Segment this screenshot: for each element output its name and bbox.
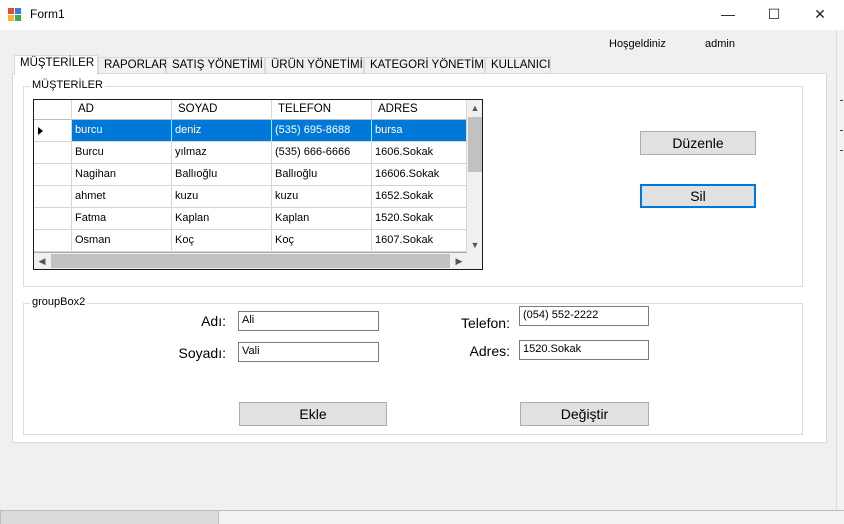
minimize-icon: — [721, 6, 735, 22]
cell-telefon[interactable]: Kaplan [272, 208, 372, 230]
grid-corner-header [34, 100, 72, 120]
phone-field[interactable]: (054) 552-2222 [519, 306, 649, 326]
customer-form-groupbox: groupBox2 Adı: Ali Soyadı: Vali Telefon:… [23, 296, 803, 435]
scroll-corner [467, 253, 482, 269]
table-row[interactable]: Fatma Kaplan Kaplan 1520.Sokak [34, 208, 467, 230]
cell-soyad[interactable]: kuzu [172, 186, 272, 208]
close-icon: ✕ [814, 6, 826, 22]
welcome-label: Hoşgeldiniz [609, 38, 666, 50]
cell-adres[interactable]: 16606.Sokak [372, 164, 467, 186]
column-header-soyad[interactable]: SOYAD [172, 100, 272, 120]
name-field[interactable]: Ali [238, 311, 379, 331]
phone-label: Telefon: [460, 315, 510, 331]
row-header[interactable] [34, 230, 72, 252]
change-button[interactable]: Değiştir [520, 402, 649, 426]
customers-grid[interactable]: AD SOYAD TELEFON ADRES burcu deniz (535)… [33, 99, 483, 270]
background-window-edge [836, 30, 844, 510]
column-header-telefon[interactable]: TELEFON [272, 100, 372, 120]
title-bar: Form1 — ☐ ✕ [0, 0, 844, 30]
column-header-adres[interactable]: ADRES [372, 100, 467, 120]
row-header[interactable] [34, 208, 72, 230]
username-label: admin [705, 38, 735, 50]
name-label: Adı: [201, 313, 226, 329]
vertical-scrollbar[interactable]: ▲ ▼ [467, 100, 482, 253]
surname-label: Soyadı: [178, 345, 226, 361]
chevron-down-icon[interactable]: ▼ [467, 237, 482, 253]
tab-musteriler[interactable]: MÜŞTERİLER [14, 55, 98, 75]
table-row[interactable]: Burcu yılmaz (535) 666-6666 1606.Sokak [34, 142, 467, 164]
maximize-button[interactable]: ☐ [751, 0, 797, 30]
row-header[interactable] [34, 164, 72, 186]
row-pointer-icon [38, 127, 43, 135]
tab-urun-yonetimi[interactable]: ÜRÜN YÖNETİMİ [265, 57, 364, 74]
cell-ad[interactable]: ahmet [72, 186, 172, 208]
table-row[interactable]: Osman Koç Koç 1607.Sokak [34, 230, 467, 252]
cell-ad[interactable]: Nagihan [72, 164, 172, 186]
cell-adres[interactable]: 1606.Sokak [372, 142, 467, 164]
cell-telefon[interactable]: Ballıoğlu [272, 164, 372, 186]
cell-telefon[interactable]: (535) 695-8688 [272, 120, 372, 142]
tab-kullanici[interactable]: KULLANICI [485, 57, 551, 74]
address-field[interactable]: 1520.Sokak [519, 340, 649, 360]
cell-ad[interactable]: Fatma [72, 208, 172, 230]
minimize-button[interactable]: — [705, 0, 751, 30]
cell-adres[interactable]: bursa [372, 120, 467, 142]
edit-button[interactable]: Düzenle [640, 131, 756, 155]
tab-kategori-yonetimi[interactable]: KATEGORİ YÖNETİMİ [364, 57, 487, 74]
table-row[interactable]: burcu deniz (535) 695-8688 bursa [34, 120, 467, 142]
cell-telefon[interactable]: (535) 666-6666 [272, 142, 372, 164]
cell-telefon[interactable]: kuzu [272, 186, 372, 208]
address-label: Adres: [469, 343, 510, 359]
table-row[interactable]: ahmet kuzu kuzu 1652.Sokak [34, 186, 467, 208]
delete-button[interactable]: Sil [640, 184, 756, 208]
cell-ad[interactable]: Osman [72, 230, 172, 252]
cell-soyad[interactable]: Ballıoğlu [172, 164, 272, 186]
form-icon [8, 8, 22, 22]
cell-adres[interactable]: 1652.Sokak [372, 186, 467, 208]
horizontal-scroll-thumb[interactable] [51, 254, 450, 268]
row-header[interactable] [34, 186, 72, 208]
chevron-up-icon[interactable]: ▲ [467, 100, 482, 116]
column-header-ad[interactable]: AD [72, 100, 172, 120]
cell-telefon[interactable]: Koç [272, 230, 372, 252]
cell-adres[interactable]: 1520.Sokak [372, 208, 467, 230]
customers-group-label: MÜŞTERİLER [30, 79, 105, 91]
close-button[interactable]: ✕ [797, 0, 843, 30]
chevron-right-icon[interactable]: ▶ [451, 253, 467, 269]
tab-satis-yonetimi[interactable]: SATIŞ YÖNETİMİ [166, 57, 265, 74]
cell-ad[interactable]: Burcu [72, 142, 172, 164]
background-window-strip [0, 510, 844, 524]
customers-groupbox: MÜŞTERİLER AD SOYAD TELEFON ADRES burcu … [23, 79, 803, 287]
cell-soyad[interactable]: yılmaz [172, 142, 272, 164]
tab-panel-musteriler: MÜŞTERİLER AD SOYAD TELEFON ADRES burcu … [12, 73, 827, 443]
surname-field[interactable]: Vali [238, 342, 379, 362]
vertical-scroll-thumb[interactable] [468, 117, 482, 172]
tab-raporlar[interactable]: RAPORLAR [98, 57, 167, 74]
add-button[interactable]: Ekle [239, 402, 387, 426]
row-header[interactable] [34, 120, 72, 142]
row-header[interactable] [34, 142, 72, 164]
window-title: Form1 [30, 7, 65, 21]
maximize-icon: ☐ [767, 6, 781, 22]
cell-soyad[interactable]: Kaplan [172, 208, 272, 230]
cell-soyad[interactable]: Koç [172, 230, 272, 252]
form-group-label: groupBox2 [30, 296, 88, 308]
cell-adres[interactable]: 1607.Sokak [372, 230, 467, 252]
horizontal-scrollbar[interactable]: ◀ ▶ [34, 253, 467, 269]
table-row[interactable]: Nagihan Ballıoğlu Ballıoğlu 16606.Sokak [34, 164, 467, 186]
cell-ad[interactable]: burcu [72, 120, 172, 142]
chevron-left-icon[interactable]: ◀ [34, 253, 50, 269]
cell-soyad[interactable]: deniz [172, 120, 272, 142]
